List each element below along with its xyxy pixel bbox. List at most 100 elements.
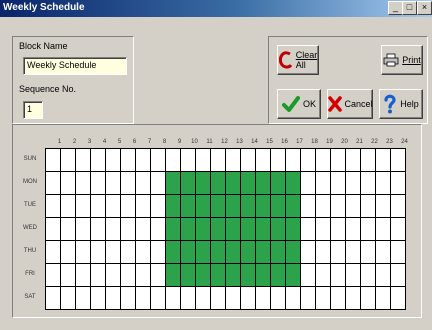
schedule-cell[interactable]	[105, 171, 121, 195]
schedule-cell[interactable]	[60, 263, 76, 287]
schedule-cell[interactable]	[105, 217, 121, 241]
schedule-cell[interactable]	[345, 194, 361, 218]
schedule-cell[interactable]	[315, 217, 331, 241]
schedule-cell[interactable]	[330, 171, 346, 195]
schedule-cell[interactable]	[210, 217, 226, 241]
schedule-cell[interactable]	[240, 194, 256, 218]
schedule-cell[interactable]	[150, 217, 166, 241]
schedule-cell[interactable]	[75, 148, 91, 172]
schedule-cell[interactable]	[270, 148, 286, 172]
schedule-cell[interactable]	[270, 217, 286, 241]
schedule-cell[interactable]	[225, 286, 241, 310]
schedule-cell[interactable]	[345, 240, 361, 264]
schedule-cell[interactable]	[180, 148, 196, 172]
schedule-cell[interactable]	[45, 286, 61, 310]
schedule-cell[interactable]	[45, 148, 61, 172]
schedule-cell[interactable]	[120, 194, 136, 218]
schedule-cell[interactable]	[105, 240, 121, 264]
schedule-cell[interactable]	[135, 286, 151, 310]
schedule-cell[interactable]	[210, 240, 226, 264]
schedule-cell[interactable]	[180, 171, 196, 195]
help-button[interactable]: Help	[379, 89, 423, 119]
schedule-cell[interactable]	[195, 286, 211, 310]
schedule-cell[interactable]	[240, 171, 256, 195]
schedule-cell[interactable]	[195, 263, 211, 287]
schedule-cell[interactable]	[240, 148, 256, 172]
schedule-cell[interactable]	[45, 217, 61, 241]
schedule-cell[interactable]	[60, 286, 76, 310]
schedule-cell[interactable]	[390, 194, 406, 218]
schedule-cell[interactable]	[255, 194, 271, 218]
schedule-cell[interactable]	[255, 286, 271, 310]
schedule-cell[interactable]	[345, 263, 361, 287]
schedule-cell[interactable]	[105, 286, 121, 310]
schedule-cell[interactable]	[165, 194, 181, 218]
schedule-cell[interactable]	[375, 194, 391, 218]
schedule-cell[interactable]	[240, 240, 256, 264]
schedule-cell[interactable]	[135, 194, 151, 218]
schedule-cell[interactable]	[75, 194, 91, 218]
schedule-cell[interactable]	[270, 194, 286, 218]
schedule-cell[interactable]	[195, 217, 211, 241]
schedule-cell[interactable]	[315, 263, 331, 287]
close-button[interactable]: ×	[417, 1, 432, 15]
ok-button[interactable]: OK	[277, 89, 321, 119]
schedule-cell[interactable]	[390, 240, 406, 264]
schedule-cell[interactable]	[105, 148, 121, 172]
schedule-cell[interactable]	[180, 194, 196, 218]
schedule-cell[interactable]	[180, 263, 196, 287]
schedule-cell[interactable]	[135, 240, 151, 264]
schedule-cell[interactable]	[60, 240, 76, 264]
schedule-cell[interactable]	[210, 263, 226, 287]
schedule-cell[interactable]	[345, 286, 361, 310]
schedule-cell[interactable]	[375, 286, 391, 310]
schedule-cell[interactable]	[285, 171, 301, 195]
schedule-cell[interactable]	[75, 240, 91, 264]
schedule-cell[interactable]	[45, 194, 61, 218]
schedule-cell[interactable]	[225, 217, 241, 241]
schedule-cell[interactable]	[255, 171, 271, 195]
schedule-cell[interactable]	[195, 148, 211, 172]
schedule-cell[interactable]	[165, 263, 181, 287]
schedule-cell[interactable]	[135, 171, 151, 195]
schedule-cell[interactable]	[225, 263, 241, 287]
schedule-cell[interactable]	[360, 263, 376, 287]
minimize-button[interactable]: _	[388, 1, 403, 15]
schedule-cell[interactable]	[255, 263, 271, 287]
schedule-cell[interactable]	[315, 148, 331, 172]
schedule-cell[interactable]	[390, 171, 406, 195]
schedule-cell[interactable]	[255, 240, 271, 264]
schedule-cell[interactable]	[375, 171, 391, 195]
print-button[interactable]: Print	[381, 45, 423, 75]
schedule-cell[interactable]	[300, 286, 316, 310]
schedule-cell[interactable]	[120, 240, 136, 264]
schedule-cell[interactable]	[375, 240, 391, 264]
schedule-cell[interactable]	[285, 194, 301, 218]
schedule-cell[interactable]	[195, 240, 211, 264]
schedule-cell[interactable]	[390, 263, 406, 287]
schedule-cell[interactable]	[210, 171, 226, 195]
schedule-cell[interactable]	[285, 240, 301, 264]
schedule-cell[interactable]	[315, 171, 331, 195]
schedule-cell[interactable]	[375, 263, 391, 287]
schedule-cell[interactable]	[150, 148, 166, 172]
schedule-cell[interactable]	[300, 217, 316, 241]
schedule-cell[interactable]	[75, 171, 91, 195]
schedule-cell[interactable]	[45, 171, 61, 195]
schedule-cell[interactable]	[90, 286, 106, 310]
schedule-cell[interactable]	[135, 263, 151, 287]
schedule-cell[interactable]	[360, 217, 376, 241]
schedule-cell[interactable]	[225, 240, 241, 264]
schedule-cell[interactable]	[270, 263, 286, 287]
block-name-field[interactable]: Weekly Schedule	[23, 57, 127, 75]
schedule-cell[interactable]	[255, 217, 271, 241]
schedule-cell[interactable]	[180, 286, 196, 310]
schedule-cell[interactable]	[120, 217, 136, 241]
schedule-cell[interactable]	[345, 171, 361, 195]
schedule-cell[interactable]	[120, 286, 136, 310]
schedule-cell[interactable]	[150, 171, 166, 195]
schedule-cell[interactable]	[75, 263, 91, 287]
schedule-cell[interactable]	[285, 148, 301, 172]
schedule-cell[interactable]	[330, 263, 346, 287]
schedule-cell[interactable]	[360, 194, 376, 218]
